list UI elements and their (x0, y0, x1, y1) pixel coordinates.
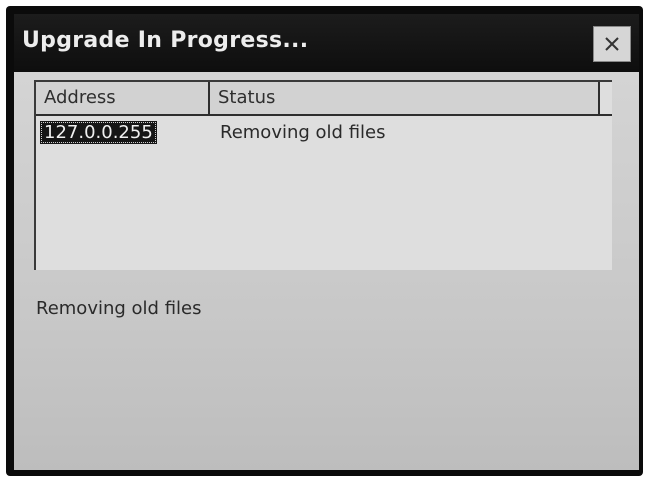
window-title: Upgrade In Progress... (22, 28, 309, 53)
cell-status: Removing old files (220, 121, 386, 143)
upgrade-list-view[interactable]: Address Status 127.0.0.255 Removing old … (34, 80, 612, 270)
close-icon (605, 37, 619, 51)
cell-address: 127.0.0.255 (36, 120, 212, 144)
list-header: Address Status (36, 82, 612, 116)
upgrade-dialog: Upgrade In Progress... Address Status 12… (14, 14, 639, 470)
dialog-client-area: Address Status 127.0.0.255 Removing old … (14, 72, 639, 470)
title-bar: Upgrade In Progress... (14, 14, 639, 72)
address-value: 127.0.0.255 (40, 120, 157, 144)
table-row[interactable]: 127.0.0.255 Removing old files (36, 118, 612, 146)
column-header-address[interactable]: Address (36, 82, 210, 114)
status-message: Removing old files (36, 298, 202, 319)
close-button[interactable] (593, 26, 631, 62)
column-header-status[interactable]: Status (210, 82, 600, 114)
